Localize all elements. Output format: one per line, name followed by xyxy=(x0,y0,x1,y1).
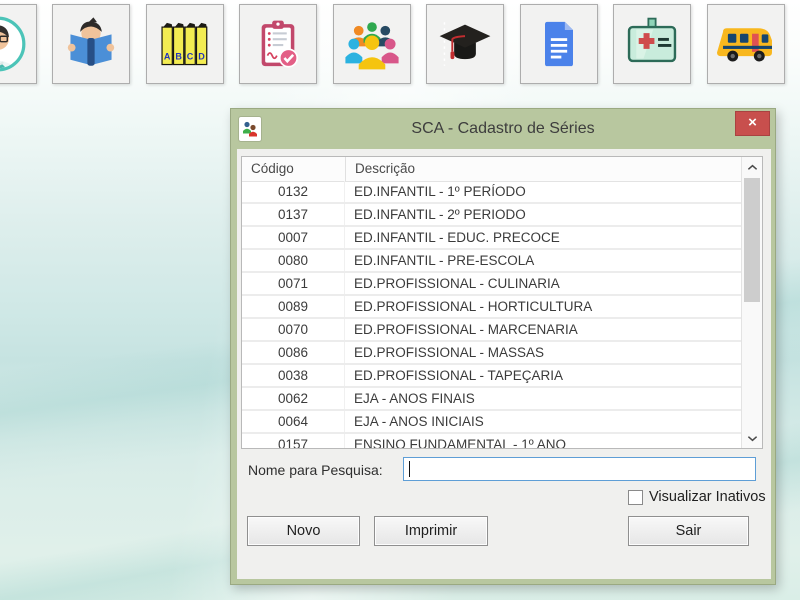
table-row[interactable]: 0071 ED.PROFISSIONAL - CULINARIA xyxy=(242,273,741,296)
cell-descricao: ED.INFANTIL - 1º PERÍODO xyxy=(345,181,526,202)
table-row[interactable]: 0137 ED.INFANTIL - 2º PERIODO xyxy=(242,204,741,227)
people-small-icon xyxy=(239,117,261,141)
table-row[interactable]: 0132 ED.INFANTIL - 1º PERÍODO xyxy=(242,181,741,204)
cell-codigo: 0157 xyxy=(242,434,345,448)
health-card-icon xyxy=(623,15,681,73)
scroll-up-icon[interactable] xyxy=(742,159,762,175)
novo-button[interactable]: Novo xyxy=(247,516,360,546)
cell-codigo: 0132 xyxy=(242,181,345,202)
sair-button[interactable]: Sair xyxy=(628,516,749,546)
table-header: Código Descrição xyxy=(242,157,741,182)
cell-codigo: 0071 xyxy=(242,273,345,294)
column-header-descricao[interactable]: Descrição xyxy=(345,157,741,181)
reading-book-icon xyxy=(62,15,120,73)
cell-descricao: EJA - ANOS FINAIS xyxy=(345,388,475,409)
cell-descricao: ED.INFANTIL - 2º PERIODO xyxy=(345,204,526,225)
imprimir-button[interactable]: Imprimir xyxy=(374,516,488,546)
series-listbox: Código Descrição 0132 ED.INFANTIL - 1º P… xyxy=(241,156,763,449)
graduation-cap-icon xyxy=(436,15,494,73)
cell-descricao: ENSINO FUNDAMENTAL - 1º ANO xyxy=(345,434,566,448)
table-row[interactable]: 0089 ED.PROFISSIONAL - HORTICULTURA xyxy=(242,296,741,319)
search-input-wrap xyxy=(403,457,756,481)
table-row[interactable]: 0080 ED.INFANTIL - PRE-ESCOLA xyxy=(242,250,741,273)
table-row[interactable]: 0007 ED.INFANTIL - EDUC. PRECOCE xyxy=(242,227,741,250)
close-icon: × xyxy=(748,114,757,131)
cell-codigo: 0007 xyxy=(242,227,345,248)
cell-descricao: ED.PROFISSIONAL - HORTICULTURA xyxy=(345,296,592,317)
dialog-body: Código Descrição 0132 ED.INFANTIL - 1º P… xyxy=(237,149,771,579)
vertical-scrollbar[interactable] xyxy=(741,157,762,448)
cell-descricao: EJA - ANOS INICIAIS xyxy=(345,411,484,432)
cell-codigo: 0070 xyxy=(242,319,345,340)
table-row[interactable]: 0064 EJA - ANOS INICIAIS xyxy=(242,411,741,434)
table-row[interactable]: 0038 ED.PROFISSIONAL - TAPEÇARIA xyxy=(242,365,741,388)
cell-codigo: 0086 xyxy=(242,342,345,363)
dialog-title: SCA - Cadastro de Séries xyxy=(291,109,715,149)
toolbar-button-clipboard[interactable] xyxy=(239,4,317,84)
cell-codigo: 0137 xyxy=(242,204,345,225)
search-input[interactable] xyxy=(404,458,755,480)
clipboard-check-icon xyxy=(250,16,306,72)
toolbar-button-document[interactable] xyxy=(520,4,598,84)
cell-codigo: 0080 xyxy=(242,250,345,271)
text-caret xyxy=(409,461,410,477)
books-abcd-icon: ABCD xyxy=(156,15,214,73)
school-bus-icon xyxy=(717,15,775,73)
visualizar-inativos-checkbox[interactable] xyxy=(628,490,643,505)
doctor-avatar-icon xyxy=(0,13,29,75)
column-header-codigo[interactable]: Código xyxy=(242,157,345,181)
cell-descricao: ED.PROFISSIONAL - MASSAS xyxy=(345,342,544,363)
dialog-titlebar[interactable]: SCA - Cadastro de Séries × xyxy=(231,109,775,149)
search-label: Nome para Pesquisa: xyxy=(248,462,383,478)
toolbar-button-health-card[interactable] xyxy=(613,4,691,84)
svg-text:D: D xyxy=(198,52,205,62)
toolbar-button-people[interactable] xyxy=(333,4,411,84)
scrollbar-thumb[interactable] xyxy=(744,178,760,302)
cell-descricao: ED.PROFISSIONAL - MARCENARIA xyxy=(345,319,578,340)
table-row[interactable]: 0070 ED.PROFISSIONAL - MARCENARIA xyxy=(242,319,741,342)
toolbar-button-doctor[interactable] xyxy=(0,4,37,84)
desktop-background: ABCD xyxy=(0,0,800,600)
toolbar-button-books-abcd[interactable]: ABCD xyxy=(146,4,224,84)
document-icon xyxy=(531,16,587,72)
table-row[interactable]: 0157 ENSINO FUNDAMENTAL - 1º ANO xyxy=(242,434,741,448)
svg-text:A: A xyxy=(164,52,171,62)
toolbar-button-reading[interactable] xyxy=(52,4,130,84)
svg-text:C: C xyxy=(187,52,194,62)
table-row[interactable]: 0086 ED.PROFISSIONAL - MASSAS xyxy=(242,342,741,365)
cell-descricao: ED.PROFISSIONAL - CULINARIA xyxy=(345,273,560,294)
table-row[interactable]: 0062 EJA - ANOS FINAIS xyxy=(242,388,741,411)
scroll-down-icon[interactable] xyxy=(742,430,762,446)
dialog-cadastro-series: SCA - Cadastro de Séries × Código Descri… xyxy=(230,108,776,585)
close-button[interactable]: × xyxy=(735,111,770,136)
cell-descricao: ED.INFANTIL - EDUC. PRECOCE xyxy=(345,227,560,248)
cell-codigo: 0062 xyxy=(242,388,345,409)
people-group-icon xyxy=(343,15,401,73)
cell-descricao: ED.INFANTIL - PRE-ESCOLA xyxy=(345,250,534,271)
cell-codigo: 0038 xyxy=(242,365,345,386)
cell-descricao: ED.PROFISSIONAL - TAPEÇARIA xyxy=(345,365,563,386)
visualizar-inativos-label: Visualizar Inativos xyxy=(649,489,766,505)
table-body: 0132 ED.INFANTIL - 1º PERÍODO 0137 ED.IN… xyxy=(242,181,741,448)
cell-codigo: 0064 xyxy=(242,411,345,432)
svg-text:B: B xyxy=(175,52,182,62)
toolbar-button-school-bus[interactable] xyxy=(707,4,785,84)
cell-codigo: 0089 xyxy=(242,296,345,317)
toolbar-button-graduation[interactable] xyxy=(426,4,504,84)
